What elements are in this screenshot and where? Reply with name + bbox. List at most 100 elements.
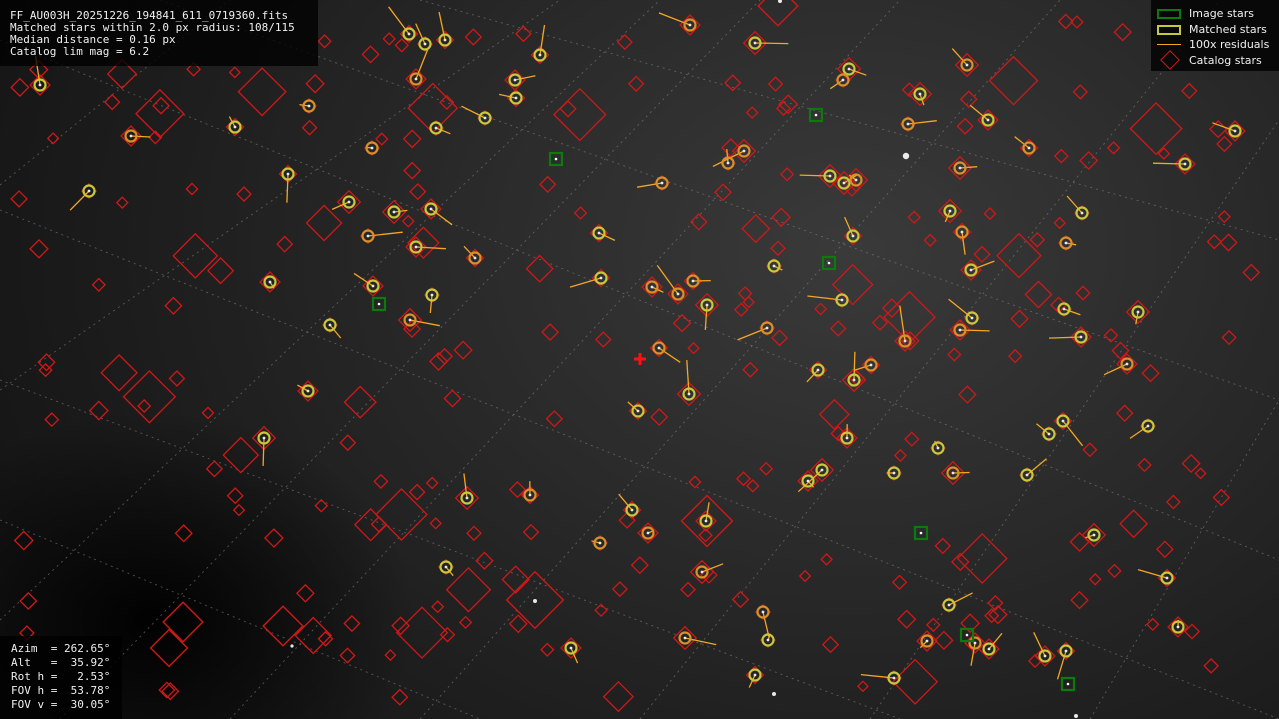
catalog-star xyxy=(770,240,786,257)
star-core xyxy=(705,303,709,307)
catalog-star xyxy=(395,606,449,659)
catalog-star xyxy=(1156,540,1174,559)
catalog-star xyxy=(361,45,380,64)
catalog-star xyxy=(1075,285,1091,301)
star-core xyxy=(650,285,654,289)
catalog-star xyxy=(1119,509,1149,539)
catalog-star xyxy=(115,196,129,209)
grid-line xyxy=(0,0,661,621)
star-core xyxy=(554,157,558,161)
catalog-star xyxy=(595,331,612,348)
star-core xyxy=(1183,162,1187,166)
star-core xyxy=(753,673,757,677)
star-core xyxy=(38,83,42,87)
catalog-star xyxy=(375,132,389,146)
catalog-star xyxy=(1007,348,1023,364)
star-core xyxy=(1176,625,1180,629)
star-core xyxy=(869,363,873,367)
catalog-star xyxy=(893,448,907,463)
catalog-star xyxy=(814,302,828,316)
catalog-star xyxy=(403,161,422,180)
catalog-star xyxy=(1242,263,1261,282)
catalog-star xyxy=(425,476,439,490)
catalog-star xyxy=(343,385,377,419)
star-core xyxy=(443,38,447,42)
catalog-star xyxy=(276,235,294,253)
catalog-star xyxy=(429,517,442,530)
star-core xyxy=(465,496,469,500)
catalog-star xyxy=(222,436,260,474)
star-core xyxy=(328,323,332,327)
info-panel: FF_AU003H_20251226_194841_611_0719360.fi… xyxy=(0,0,318,66)
catalog-star xyxy=(1053,148,1069,164)
catalog-star xyxy=(1010,309,1029,329)
legend-item-image-stars: Image stars xyxy=(1151,6,1279,22)
residual-line xyxy=(1066,195,1083,214)
catalog-star xyxy=(401,214,415,228)
catalog-star xyxy=(373,473,389,489)
star-core xyxy=(262,436,266,440)
star-core xyxy=(960,230,964,234)
star-core xyxy=(892,471,896,475)
legend-item-matched-stars: Matched stars xyxy=(1151,22,1279,38)
star-core xyxy=(969,268,973,272)
catalog-star xyxy=(44,412,60,428)
star-core xyxy=(660,181,664,185)
star-core xyxy=(414,77,418,81)
star-core xyxy=(691,279,695,283)
star-core xyxy=(268,280,272,284)
star-core xyxy=(657,346,661,350)
catalog-star xyxy=(1137,457,1152,473)
star-core xyxy=(765,326,769,330)
catalog-star xyxy=(947,347,962,362)
catalog-star xyxy=(88,400,109,421)
pointing-fovv: FOV v = 30.05° xyxy=(11,698,111,711)
catalog-star xyxy=(573,206,588,220)
catalog-star xyxy=(382,32,396,46)
star-core xyxy=(1233,129,1237,133)
star-core xyxy=(528,493,532,497)
star-core xyxy=(919,531,923,535)
catalog-star xyxy=(305,204,343,242)
star-core xyxy=(761,610,765,614)
catalog-star xyxy=(1079,150,1099,171)
catalog-star xyxy=(988,55,1039,106)
catalog-star xyxy=(821,635,840,654)
star-core xyxy=(828,174,832,178)
catalog-star xyxy=(984,608,1000,624)
star-core xyxy=(1064,241,1068,245)
catalog-star xyxy=(343,615,361,633)
residual-line xyxy=(429,294,433,314)
catalog-star xyxy=(540,642,555,657)
catalog-star xyxy=(1219,233,1238,252)
star-core xyxy=(483,116,487,120)
star-core xyxy=(816,368,820,372)
star-core xyxy=(408,318,412,322)
catalog-star xyxy=(892,658,939,705)
catalog-star xyxy=(1070,590,1089,610)
catalog-star xyxy=(891,574,908,591)
catalog-star xyxy=(135,88,185,139)
star-core xyxy=(1061,419,1065,423)
star-core xyxy=(772,264,776,268)
catalog-star xyxy=(152,96,170,115)
info-limmag: Catalog lim mag = 6.2 xyxy=(10,45,150,58)
catalog-star xyxy=(771,207,792,228)
catalog-star xyxy=(1107,563,1122,579)
star-core xyxy=(700,570,704,574)
star-core xyxy=(903,339,907,343)
green-square-icon xyxy=(1157,9,1181,19)
catalog-star xyxy=(162,601,204,643)
catalog-star xyxy=(757,0,799,27)
catalog-star xyxy=(1057,13,1074,30)
catalog-star xyxy=(983,207,997,221)
catalog-star xyxy=(1088,573,1102,586)
catalog-star xyxy=(1141,364,1160,383)
plate-overlay xyxy=(0,0,1279,719)
catalog-star xyxy=(926,617,941,633)
catalog-star xyxy=(1206,234,1222,250)
catalog-star xyxy=(295,583,315,603)
catalog-star xyxy=(466,525,482,542)
star-core xyxy=(687,392,691,396)
star-core xyxy=(842,181,846,185)
